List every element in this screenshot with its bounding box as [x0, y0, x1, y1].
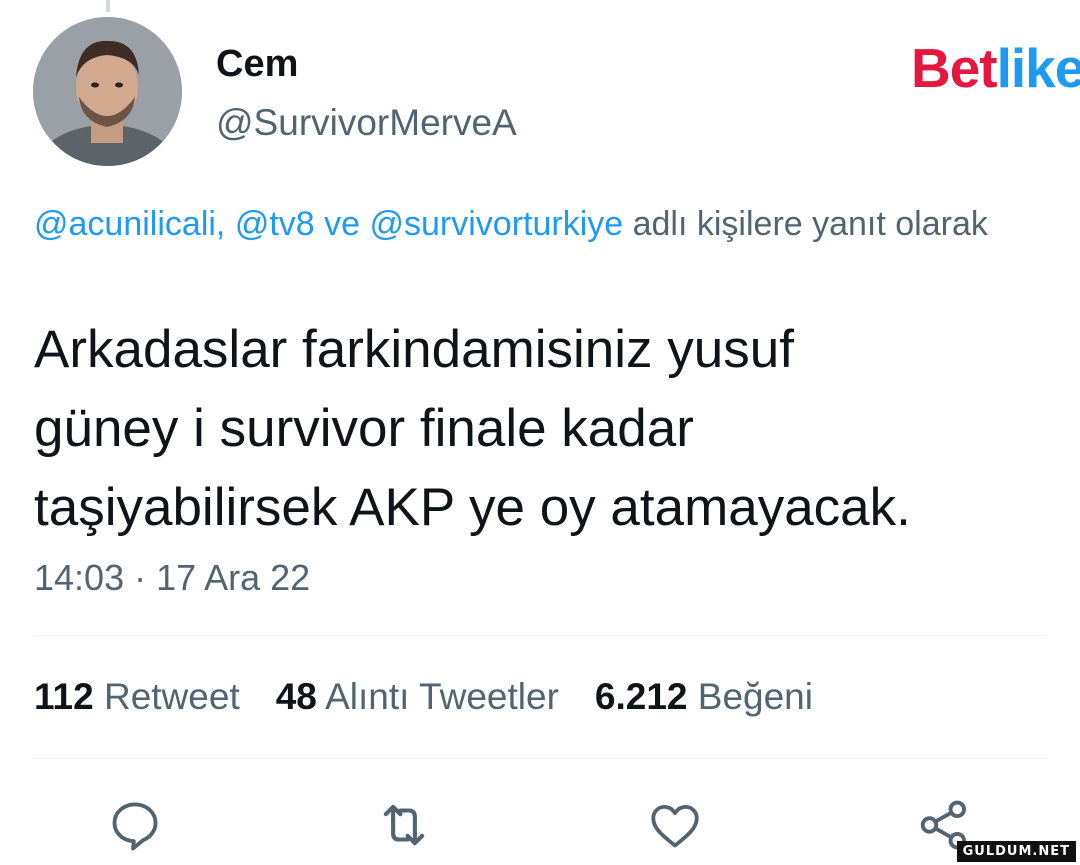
brand-logo-part1: Bet: [911, 37, 998, 99]
reply-mentions[interactable]: @acunilicali, @tv8 ve @survivorturkiye: [34, 205, 623, 243]
brand-logo-part2: like: [996, 37, 1080, 99]
reply-suffix: adlı kişilere yanıt olarak: [623, 205, 988, 243]
retweet-icon: [383, 804, 425, 846]
divider: [34, 758, 1047, 759]
avatar-photo: [33, 17, 182, 166]
retweet-button[interactable]: [372, 793, 436, 857]
reply-context: @acunilicali, @tv8 ve @survivorturkiye a…: [34, 196, 994, 252]
divider: [34, 635, 1047, 636]
tweet-stats: 112 Retweet 48 Alıntı Tweetler 6.212 Beğ…: [34, 674, 849, 720]
stat-likes-label: Beğeni: [697, 676, 813, 717]
like-icon: [651, 804, 699, 848]
avatar[interactable]: [33, 17, 182, 166]
reply-icon: [112, 802, 158, 851]
stat-quotes-label: Alıntı Tweetler: [325, 676, 559, 717]
action-bar: [0, 793, 1080, 857]
stat-retweets-label: Retweet: [103, 676, 240, 717]
author-display-name[interactable]: Cem: [216, 42, 298, 86]
stat-retweets-count: 112: [34, 676, 94, 717]
stat-likes[interactable]: 6.212 Beğeni: [595, 674, 813, 720]
tweet-text: Arkadaslar farkindamisiniz yusuf güney i…: [34, 320, 911, 537]
stat-quotes[interactable]: 48 Alıntı Tweetler: [276, 674, 559, 720]
stat-retweets[interactable]: 112 Retweet: [34, 674, 240, 720]
tweet-timestamp[interactable]: 14:03 · 17 Ara 22: [34, 556, 310, 600]
like-button[interactable]: [643, 793, 707, 857]
tweet-page: Cem @SurvivorMerveA Betlike @acunilicali…: [0, 0, 1080, 865]
stat-likes-count: 6.212: [594, 676, 688, 717]
scroll-indicator: [106, 0, 110, 12]
stat-quotes-count: 48: [275, 676, 317, 717]
brand-logo: Betlike: [911, 38, 1080, 98]
watermark: GULDUM.NET: [956, 841, 1076, 862]
author-handle[interactable]: @SurvivorMerveA: [216, 101, 517, 145]
reply-button[interactable]: [103, 793, 167, 857]
